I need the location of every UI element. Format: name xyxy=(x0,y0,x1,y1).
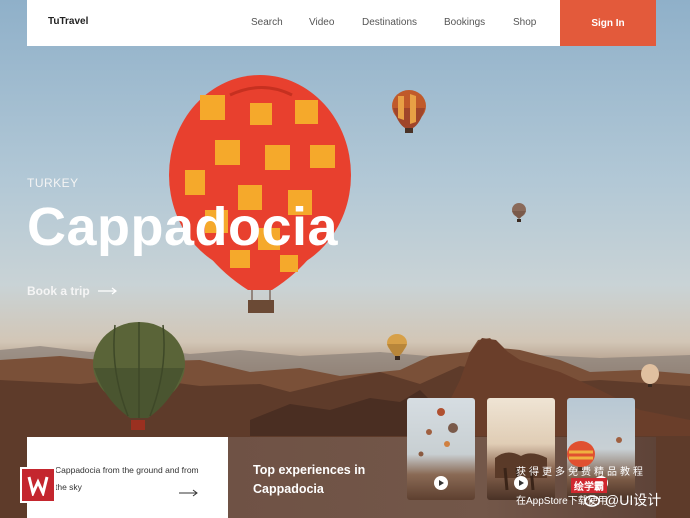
large-balloon xyxy=(169,75,351,313)
watermark-handle-text: @UI设计 xyxy=(605,492,662,508)
experience-thumbnail-1[interactable] xyxy=(407,398,475,500)
play-icon xyxy=(519,480,524,486)
small-balloon-2 xyxy=(512,203,526,222)
play-icon xyxy=(439,480,444,486)
play-button[interactable] xyxy=(434,476,448,490)
watermark-handle: @UI设计 xyxy=(584,490,661,510)
description-card[interactable]: Cappadocia from the ground and from the … xyxy=(27,437,228,518)
hero-title: Cappadocia xyxy=(27,197,339,257)
play-button[interactable] xyxy=(514,476,528,490)
experience-thumbnail-2[interactable] xyxy=(487,398,555,500)
experiences-heading: Top experiences in Cappadocia xyxy=(253,463,366,496)
logo-badge xyxy=(20,467,56,503)
logo-icon xyxy=(27,476,49,496)
book-trip-label: Book a trip xyxy=(27,284,90,298)
nav-link-bookings[interactable]: Bookings xyxy=(444,17,485,28)
weibo-icon xyxy=(584,495,600,507)
brand-logo-text[interactable]: TuTravel xyxy=(48,16,88,27)
nav-link-video[interactable]: Video xyxy=(309,17,334,28)
nav-link-search[interactable]: Search xyxy=(251,17,283,28)
arrow-right-icon xyxy=(97,287,117,295)
nav-link-shop[interactable]: Shop xyxy=(513,17,536,28)
nav-link-destinations[interactable]: Destinations xyxy=(362,17,417,28)
watermark-line-1: 获得更多免费精品教程 xyxy=(516,467,646,478)
arrow-right-icon[interactable] xyxy=(179,489,199,497)
hero-country: TURKEY xyxy=(27,176,79,190)
small-balloon-1 xyxy=(392,90,426,133)
top-navigation: TuTravel Search Video Destinations Booki… xyxy=(27,0,656,46)
book-trip-link[interactable]: Book a trip xyxy=(27,284,118,298)
sign-in-button[interactable]: Sign In xyxy=(560,0,656,46)
